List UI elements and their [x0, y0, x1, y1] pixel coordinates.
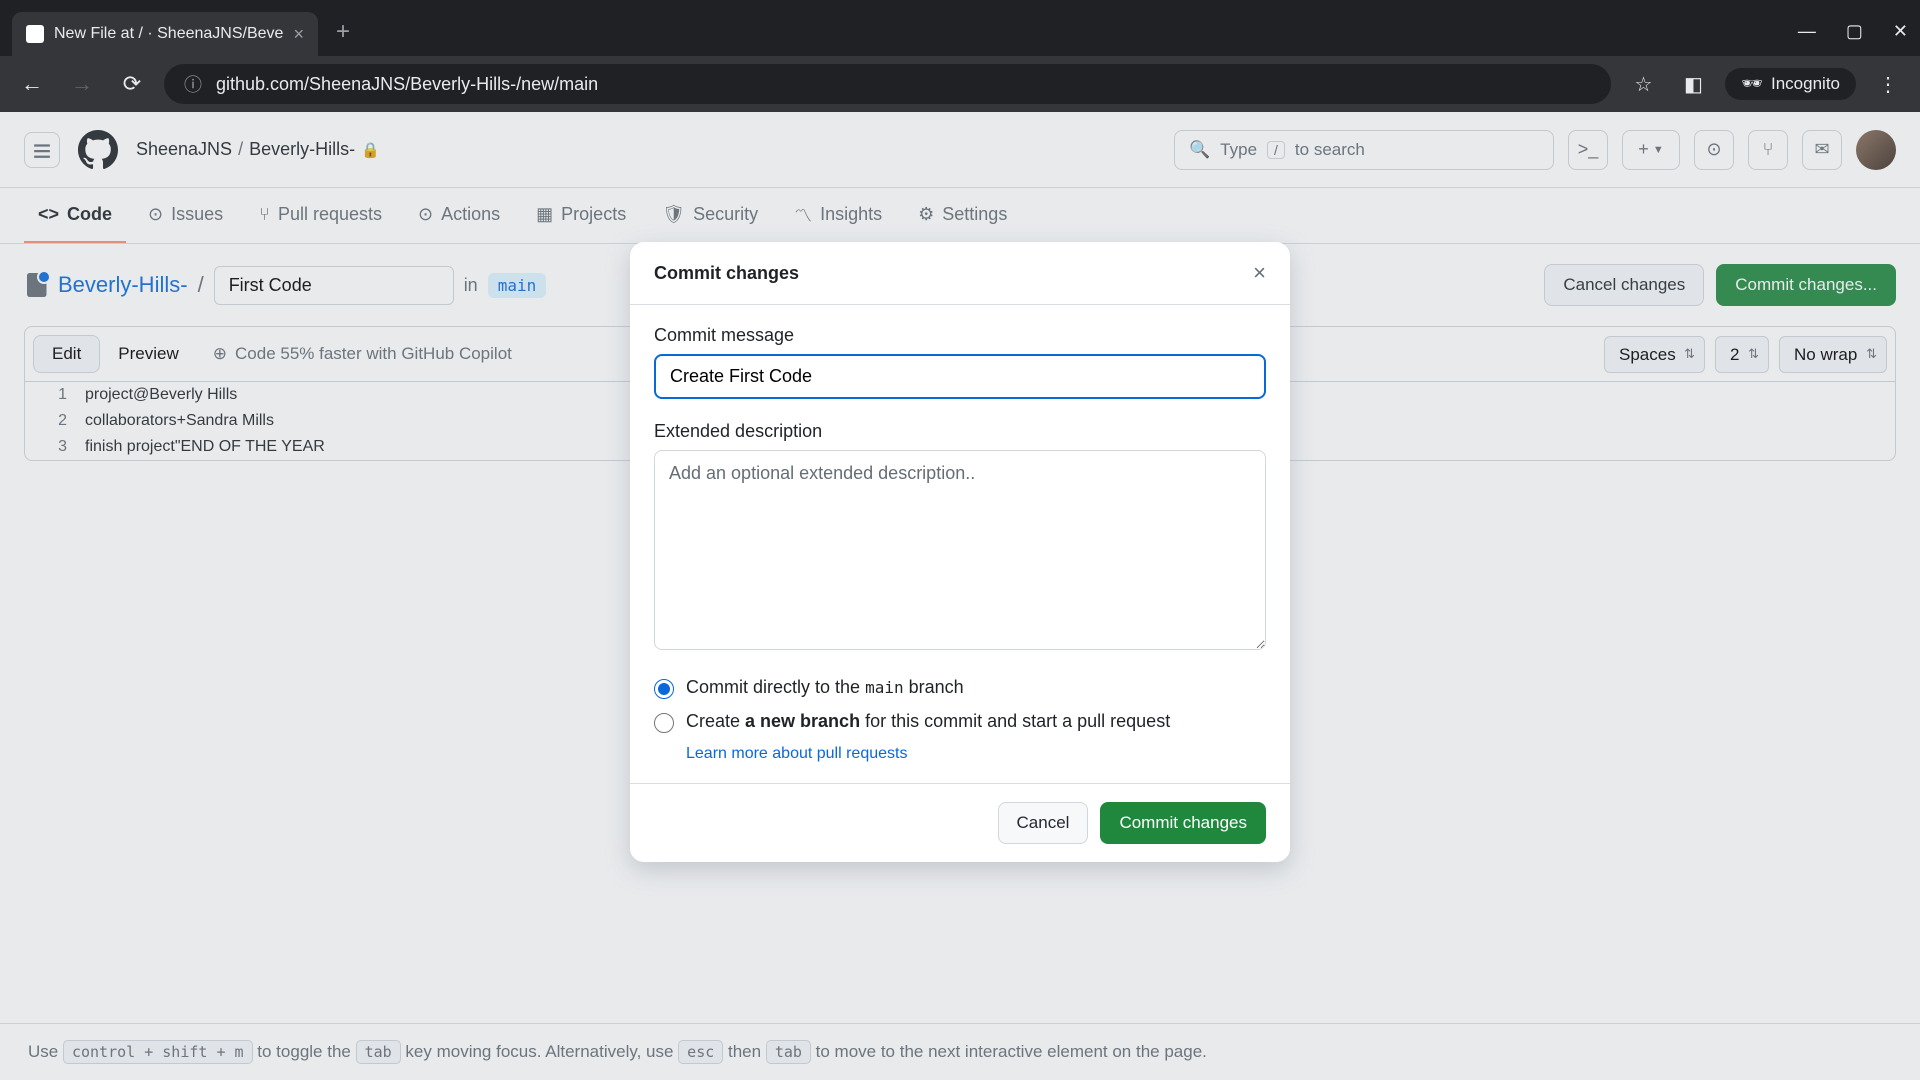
- modal-body: Commit message Extended description Comm…: [630, 305, 1290, 783]
- modal-commit-button[interactable]: Commit changes: [1100, 802, 1266, 844]
- commit-message-input[interactable]: [654, 354, 1266, 399]
- commit-direct-radio[interactable]: Commit directly to the main branch: [654, 677, 1266, 699]
- commit-message-label: Commit message: [654, 325, 1266, 346]
- commit-modal: Commit changes × Commit message Extended…: [630, 242, 1290, 862]
- modal-title: Commit changes: [654, 263, 799, 284]
- close-tab-icon[interactable]: ×: [293, 24, 304, 45]
- modal-footer: Cancel Commit changes: [630, 783, 1290, 862]
- side-panel-icon[interactable]: ◧: [1675, 66, 1711, 102]
- radio-input[interactable]: [654, 713, 674, 733]
- modal-overlay[interactable]: Commit changes × Commit message Extended…: [0, 112, 1920, 1080]
- close-modal-icon[interactable]: ×: [1253, 260, 1266, 286]
- extended-description-label: Extended description: [654, 421, 1266, 442]
- browser-menu-icon[interactable]: ⋮: [1870, 66, 1906, 102]
- window-controls: — ▢ ✕: [1798, 21, 1908, 56]
- radio-input[interactable]: [654, 679, 674, 699]
- page-content: SheenaJNS / Beverly-Hills- 🔒 🔍 Type / to…: [0, 112, 1920, 1080]
- browser-tab-strip: New File at / · SheenaJNS/Beve × + — ▢ ✕: [0, 0, 1920, 56]
- back-button[interactable]: ←: [14, 66, 50, 102]
- bookmark-icon[interactable]: ☆: [1625, 66, 1661, 102]
- modal-header: Commit changes ×: [630, 242, 1290, 305]
- modal-cancel-button[interactable]: Cancel: [998, 802, 1089, 844]
- reload-button[interactable]: ⟳: [114, 66, 150, 102]
- url-text: github.com/SheenaJNS/Beverly-Hills-/new/…: [216, 74, 598, 95]
- incognito-icon: 🕶: [1741, 74, 1763, 94]
- site-info-icon[interactable]: ⓘ: [184, 71, 202, 97]
- tab-title: New File at / · SheenaJNS/Beve: [54, 25, 283, 43]
- tab-favicon: [26, 25, 44, 43]
- url-field[interactable]: ⓘ github.com/SheenaJNS/Beverly-Hills-/ne…: [164, 64, 1611, 104]
- learn-more-link[interactable]: Learn more about pull requests: [686, 745, 1266, 763]
- forward-button: →: [64, 66, 100, 102]
- incognito-label: Incognito: [1771, 74, 1840, 94]
- close-window-icon[interactable]: ✕: [1893, 21, 1908, 42]
- new-tab-button[interactable]: +: [336, 18, 350, 46]
- create-branch-radio[interactable]: Create a new branch for this commit and …: [654, 711, 1266, 733]
- browser-address-bar: ← → ⟳ ⓘ github.com/SheenaJNS/Beverly-Hil…: [0, 56, 1920, 112]
- minimize-icon[interactable]: —: [1798, 21, 1816, 42]
- maximize-icon[interactable]: ▢: [1846, 21, 1863, 42]
- extended-description-input[interactable]: [654, 450, 1266, 650]
- browser-tab[interactable]: New File at / · SheenaJNS/Beve ×: [12, 12, 318, 56]
- incognito-badge[interactable]: 🕶 Incognito: [1725, 68, 1856, 100]
